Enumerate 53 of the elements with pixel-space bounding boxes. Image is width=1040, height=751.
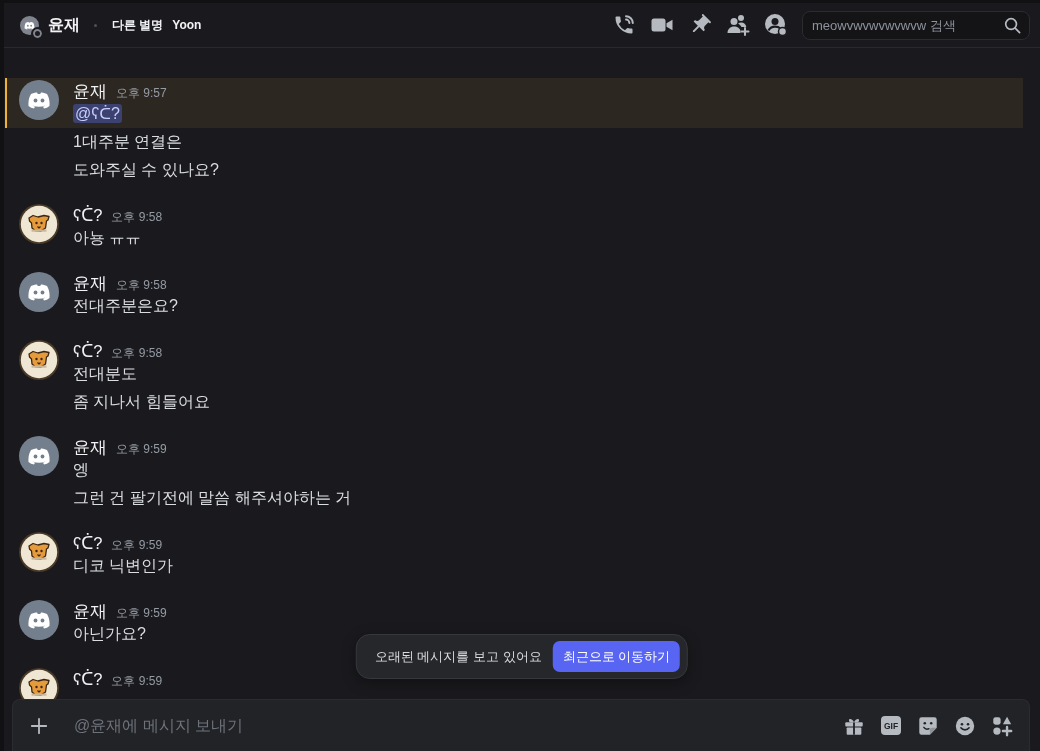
avatar-icon[interactable]: [19, 80, 59, 120]
author-name[interactable]: ʕᑖ?: [73, 204, 103, 226]
timestamp: 오후 9:59: [111, 537, 163, 554]
separator-dot: [94, 23, 97, 27]
sticker-icon[interactable]: [917, 714, 939, 737]
message-text: 엥: [73, 461, 89, 478]
author-name[interactable]: 윤재: [73, 600, 107, 622]
channel-title: 윤재: [48, 14, 80, 35]
message-text: 좀 지나서 힘들어요: [73, 393, 210, 410]
plus-icon[interactable]: [30, 716, 48, 735]
timestamp: 오후 9:58: [111, 209, 163, 226]
avatar-icon[interactable]: [19, 272, 59, 312]
message-text: 전대분도: [73, 365, 137, 382]
alias-label: 다른 별명: [112, 16, 164, 34]
timestamp: 오후 9:58: [111, 345, 163, 362]
search-input[interactable]: meowvwvwvwvwvw 검색: [812, 17, 1004, 33]
message-text: 도와주실 수 있나요?: [73, 161, 219, 178]
cartoon-avatar-icon[interactable]: [19, 204, 59, 244]
author-name[interactable]: 윤재: [73, 436, 107, 458]
search-field[interactable]: meowvwvwvwvwvw 검색: [802, 10, 1030, 40]
person-circle-icon[interactable]: [764, 13, 788, 37]
alias-name: Yoon: [172, 18, 202, 32]
gif-button[interactable]: GIF: [881, 716, 901, 735]
avatar-icon: [20, 15, 39, 35]
message-composer[interactable]: @윤재에 메시지 보내기 GIF: [12, 699, 1030, 751]
message-text: 그런 건 팔기전에 말씀 해주셔야하는 거: [73, 489, 352, 506]
timestamp: 오후 9:59: [111, 673, 163, 690]
timestamp: 오후 9:59: [116, 605, 167, 622]
message-input[interactable]: @윤재에 메시지 보내기: [74, 713, 843, 738]
emoji-icon[interactable]: [954, 714, 976, 737]
cartoon-avatar-icon[interactable]: [19, 340, 59, 380]
avatar-icon[interactable]: [19, 436, 59, 476]
author-name[interactable]: 윤재: [73, 80, 107, 102]
message-text: 아닌가요?: [73, 625, 146, 642]
avatar-icon[interactable]: [19, 600, 59, 640]
message-text: 1대주분 연결은: [73, 133, 183, 150]
author-name[interactable]: 윤재: [73, 272, 107, 294]
message-text: 디코 닉변인가: [73, 557, 174, 574]
author-name[interactable]: ʕᑖ?: [73, 668, 103, 690]
timestamp: 오후 9:57: [116, 85, 167, 102]
banner-text: 오래된 메시지를 보고 있어요: [374, 647, 542, 666]
cartoon-avatar-icon[interactable]: [19, 532, 59, 572]
timestamp: 오후 9:59: [116, 441, 167, 458]
user-mention[interactable]: @ʕᑖ?: [73, 104, 122, 123]
apps-icon[interactable]: [991, 714, 1013, 737]
jump-to-present-button[interactable]: 최근으로 이동하기: [552, 641, 681, 672]
search-icon[interactable]: [1004, 16, 1021, 34]
author-name[interactable]: ʕᑖ?: [73, 340, 103, 362]
author-name[interactable]: ʕᑖ?: [73, 532, 103, 554]
message-text: 전대주분은요?: [73, 297, 178, 314]
message-text: 아뇽 ㅠㅠ: [73, 229, 142, 246]
timestamp: 오후 9:58: [116, 277, 167, 294]
add-person-icon[interactable]: [726, 13, 750, 37]
